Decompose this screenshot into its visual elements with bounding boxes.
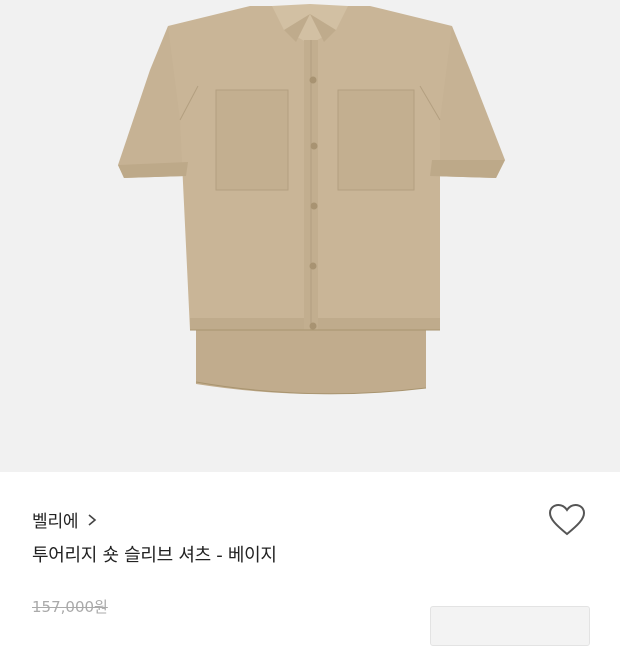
coupon-button[interactable] (430, 606, 590, 646)
original-price: 157,000원 (32, 598, 108, 616)
brand-name: 벨리에 (32, 511, 79, 532)
wishlist-button[interactable] (547, 502, 587, 542)
product-image[interactable] (0, 0, 620, 472)
shirt-illustration (118, 4, 505, 395)
product-info: 벨리에 투어리지 숏 슬리브 셔츠 - 베이지 157,000원 (0, 472, 620, 646)
chevron-right-icon (86, 512, 98, 526)
heart-outline-icon (548, 503, 586, 541)
brand-link[interactable]: 벨리에 (32, 506, 98, 532)
product-title: 투어리지 숏 슬리브 셔츠 - 베이지 (32, 545, 277, 566)
